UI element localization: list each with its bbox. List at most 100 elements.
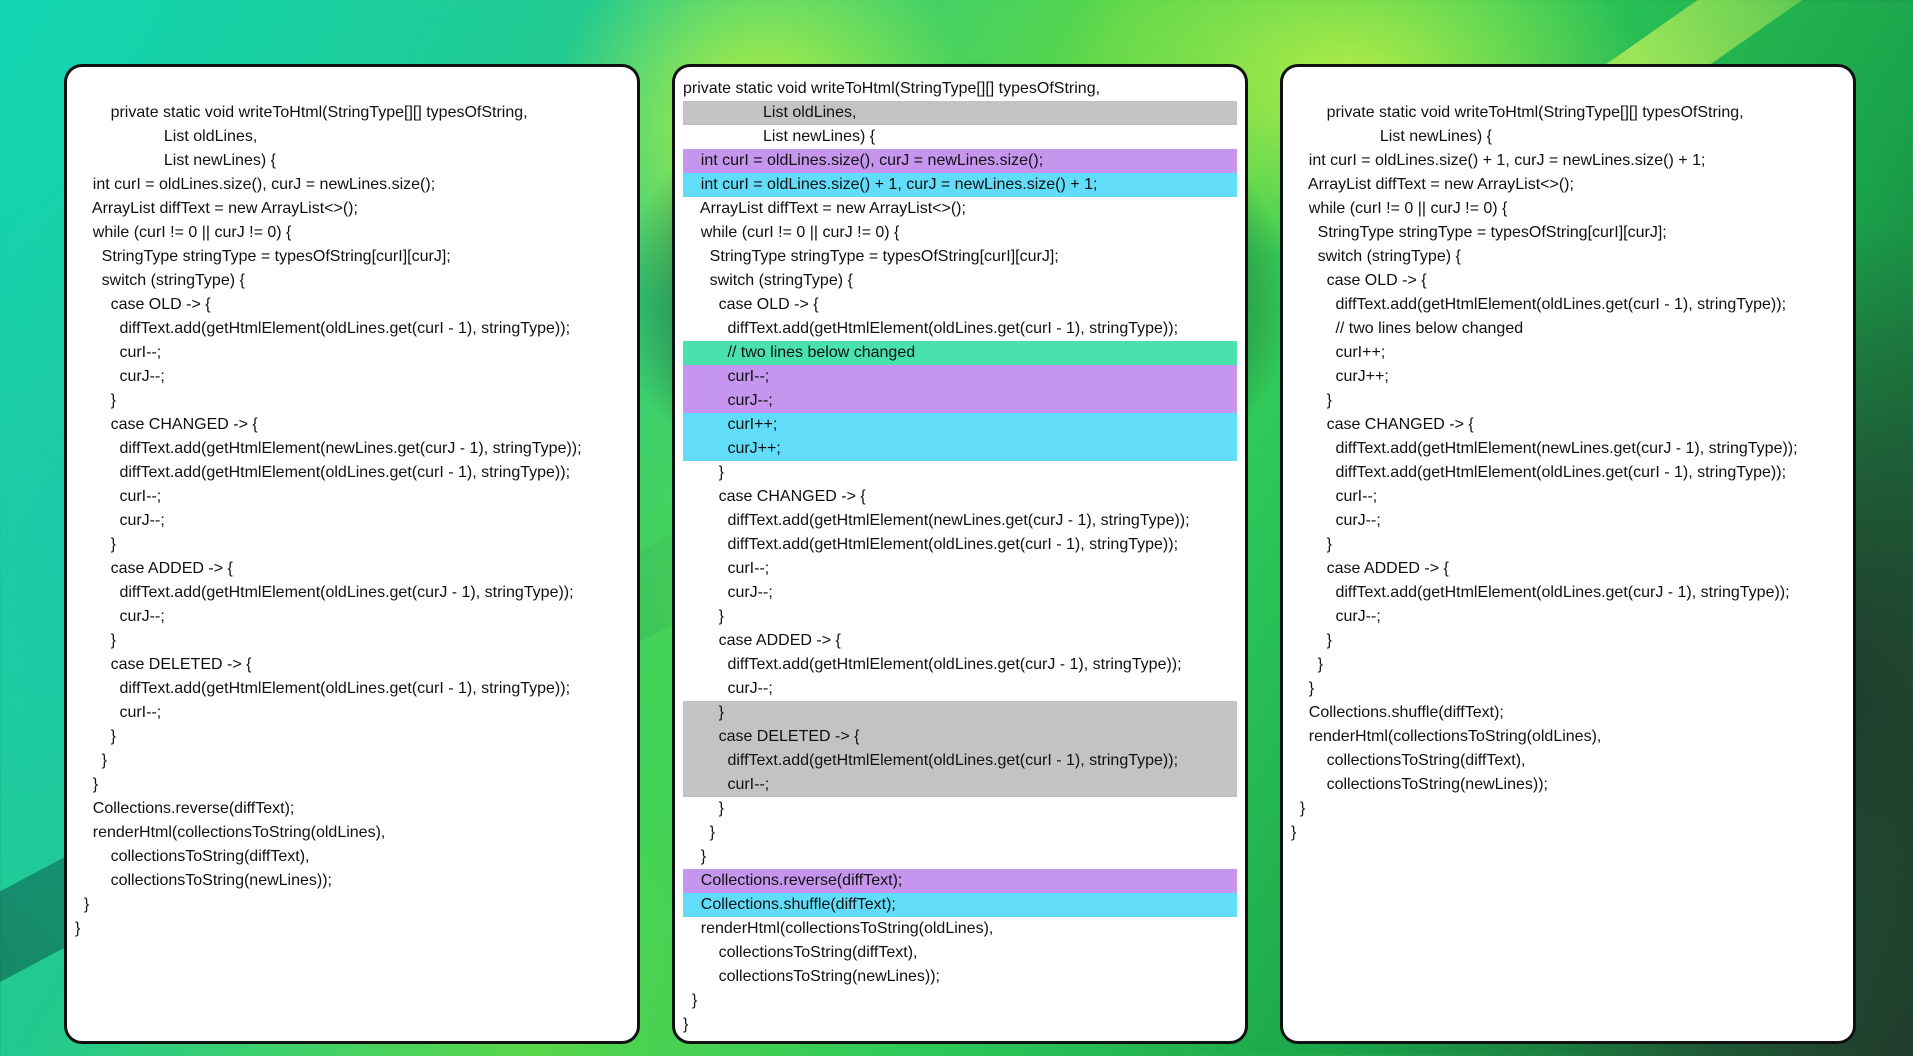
code-line: } bbox=[683, 848, 707, 865]
code-line: List newLines) { bbox=[683, 128, 876, 145]
code-line: private static void writeToHtml(StringTy… bbox=[683, 80, 1101, 97]
code-line: curJ--; bbox=[1291, 608, 1381, 625]
code-line: } bbox=[683, 464, 724, 481]
code-line: renderHtml(collectionsToString(oldLines)… bbox=[75, 824, 386, 841]
code-panel-diff: private static void writeToHtml(StringTy… bbox=[672, 64, 1248, 1044]
code-line: curI--; bbox=[75, 704, 162, 721]
code-line: diffText.add(getHtmlElement(newLines.get… bbox=[75, 440, 582, 457]
code-line-cyan-highlight: curI++; bbox=[683, 413, 1237, 437]
code-line: } bbox=[1291, 680, 1315, 697]
code-line: } bbox=[75, 632, 116, 649]
code-line: ArrayList diffText = new ArrayList<>(); bbox=[1291, 176, 1574, 193]
code-line: case CHANGED -> { bbox=[75, 416, 258, 433]
code-line: renderHtml(collectionsToString(oldLines)… bbox=[1291, 728, 1602, 745]
code-line: diffText.add(getHtmlElement(oldLines.get… bbox=[75, 680, 571, 697]
code-line: diffText.add(getHtmlElement(oldLines.get… bbox=[75, 464, 571, 481]
code-view-diff: private static void writeToHtml(StringTy… bbox=[683, 77, 1237, 1037]
code-line: } bbox=[1291, 536, 1332, 553]
code-line: while (curI != 0 || curJ != 0) { bbox=[1291, 200, 1508, 217]
code-line: // two lines below changed bbox=[1291, 320, 1524, 337]
code-panel-new: private static void writeToHtml(StringTy… bbox=[1280, 64, 1856, 1044]
code-line: case OLD -> { bbox=[1291, 272, 1427, 289]
code-line: curI--; bbox=[1291, 488, 1378, 505]
code-line: while (curI != 0 || curJ != 0) { bbox=[75, 224, 292, 241]
code-line: } bbox=[75, 920, 81, 937]
code-line: } bbox=[683, 800, 724, 817]
code-line: ArrayList diffText = new ArrayList<>(); bbox=[683, 200, 966, 217]
code-line: private static void writeToHtml(StringTy… bbox=[1291, 104, 1744, 121]
code-line-purple-highlight: curJ--; bbox=[683, 389, 1237, 413]
code-line: List newLines) { bbox=[75, 152, 276, 169]
code-line: diffText.add(getHtmlElement(newLines.get… bbox=[1291, 440, 1798, 457]
code-line: collectionsToString(newLines)); bbox=[75, 872, 332, 889]
code-line: switch (stringType) { bbox=[1291, 248, 1461, 265]
code-line: } bbox=[75, 728, 116, 745]
code-line: curI--; bbox=[75, 344, 162, 361]
code-line: diffText.add(getHtmlElement(oldLines.get… bbox=[683, 320, 1179, 337]
code-line: Collections.shuffle(diffText); bbox=[1291, 704, 1504, 721]
code-view-old: private static void writeToHtml(StringTy… bbox=[75, 101, 629, 941]
code-line: case DELETED -> { bbox=[75, 656, 252, 673]
code-line: } bbox=[683, 824, 716, 841]
code-line: diffText.add(getHtmlElement(oldLines.get… bbox=[683, 536, 1179, 553]
code-line: } bbox=[75, 752, 108, 769]
code-line: } bbox=[683, 1016, 689, 1033]
code-line: } bbox=[683, 608, 724, 625]
code-line: } bbox=[75, 896, 90, 913]
code-line-cyan-highlight: curJ++; bbox=[683, 437, 1237, 461]
code-line: case ADDED -> { bbox=[75, 560, 233, 577]
code-line: collectionsToString(diffText), bbox=[1291, 752, 1526, 769]
code-line: } bbox=[1291, 824, 1297, 841]
code-line-purple-highlight: int curI = oldLines.size(), curJ = newLi… bbox=[683, 149, 1237, 173]
code-line: collectionsToString(diffText), bbox=[75, 848, 310, 865]
code-line: diffText.add(getHtmlElement(oldLines.get… bbox=[1291, 296, 1787, 313]
code-line-gray-highlight: curI--; bbox=[683, 773, 1237, 797]
code-panel-old: private static void writeToHtml(StringTy… bbox=[64, 64, 640, 1044]
code-line: curI--; bbox=[75, 488, 162, 505]
code-line: } bbox=[1291, 800, 1306, 817]
code-line: StringType stringType = typesOfString[cu… bbox=[683, 248, 1059, 265]
code-line: diffText.add(getHtmlElement(oldLines.get… bbox=[75, 320, 571, 337]
code-line: int curI = oldLines.size(), curJ = newLi… bbox=[75, 176, 436, 193]
code-line-purple-highlight: curI--; bbox=[683, 365, 1237, 389]
code-line-gray-highlight: } bbox=[683, 701, 1237, 725]
code-line: List newLines) { bbox=[1291, 128, 1492, 145]
code-line: case OLD -> { bbox=[75, 296, 211, 313]
code-line: curJ--; bbox=[1291, 512, 1381, 529]
code-line: diffText.add(getHtmlElement(oldLines.get… bbox=[75, 584, 574, 601]
code-line: collectionsToString(diffText), bbox=[683, 944, 918, 961]
code-line: collectionsToString(newLines)); bbox=[683, 968, 940, 985]
code-line: } bbox=[75, 776, 99, 793]
code-line-gray-highlight: List oldLines, bbox=[683, 101, 1237, 125]
code-line: case OLD -> { bbox=[683, 296, 819, 313]
code-line: diffText.add(getHtmlElement(oldLines.get… bbox=[1291, 584, 1790, 601]
code-line: case ADDED -> { bbox=[683, 632, 841, 649]
code-line: ArrayList diffText = new ArrayList<>(); bbox=[75, 200, 358, 217]
code-line: StringType stringType = typesOfString[cu… bbox=[1291, 224, 1667, 241]
code-line: curJ--; bbox=[75, 512, 165, 529]
code-line: } bbox=[75, 392, 116, 409]
code-line-green-highlight: // two lines below changed bbox=[683, 341, 1237, 365]
code-line: renderHtml(collectionsToString(oldLines)… bbox=[683, 920, 994, 937]
code-line: } bbox=[1291, 632, 1332, 649]
code-line: diffText.add(getHtmlElement(newLines.get… bbox=[683, 512, 1190, 529]
code-line: curJ--; bbox=[75, 368, 165, 385]
code-line: } bbox=[75, 536, 116, 553]
code-line: curI++; bbox=[1291, 344, 1386, 361]
code-line: } bbox=[683, 992, 698, 1009]
code-line: private static void writeToHtml(StringTy… bbox=[75, 104, 528, 121]
code-line: switch (stringType) { bbox=[75, 272, 245, 289]
code-line: curJ--; bbox=[683, 680, 773, 697]
code-line: diffText.add(getHtmlElement(oldLines.get… bbox=[683, 656, 1182, 673]
code-line-gray-highlight: case DELETED -> { bbox=[683, 725, 1237, 749]
code-line-cyan-highlight: Collections.shuffle(diffText); bbox=[683, 893, 1237, 917]
code-line: curJ++; bbox=[1291, 368, 1389, 385]
code-line: List oldLines, bbox=[75, 128, 258, 145]
code-line-cyan-highlight: int curI = oldLines.size() + 1, curJ = n… bbox=[683, 173, 1237, 197]
code-line: switch (stringType) { bbox=[683, 272, 853, 289]
code-line: } bbox=[1291, 392, 1332, 409]
code-line: curJ--; bbox=[75, 608, 165, 625]
code-line: case CHANGED -> { bbox=[683, 488, 866, 505]
code-line: case CHANGED -> { bbox=[1291, 416, 1474, 433]
code-view-new: private static void writeToHtml(StringTy… bbox=[1291, 101, 1845, 845]
